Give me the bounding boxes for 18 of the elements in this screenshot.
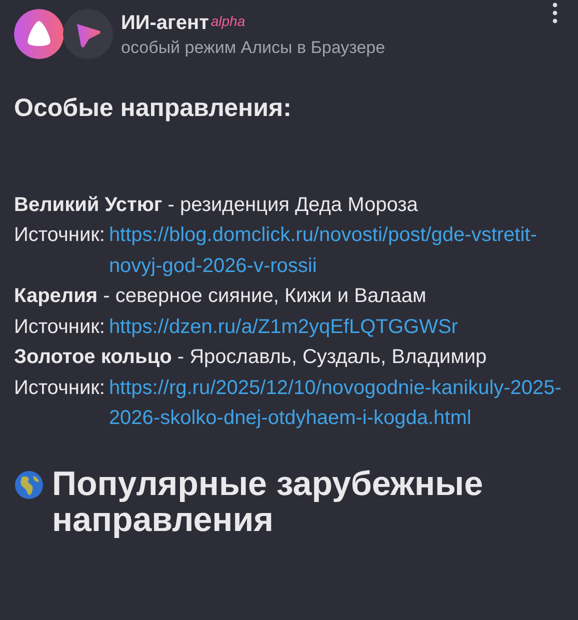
- destination-text: Карелия - северное сияние, Кижи и Валаам: [14, 284, 428, 309]
- more-menu-icon[interactable]: [552, 2, 558, 24]
- assistant-avatar-icon: [14, 9, 64, 59]
- agent-subtitle: особый режим Алисы в Браузере: [121, 37, 386, 59]
- cursor-avatar-icon: [63, 9, 113, 59]
- alpha-label: alpha: [210, 13, 246, 29]
- source-label: Источник:: [14, 376, 105, 400]
- destination-text: Великий Устюг - резиденция Деда Мороза: [14, 192, 419, 218]
- section-heading: Особые направления:: [14, 93, 292, 124]
- heading-text: Популярные зарубежные направления: [52, 466, 484, 538]
- globe-icon: [14, 470, 44, 500]
- source-label: Источник:: [14, 223, 105, 248]
- destination-text: Золотое кольцо - Ярославль, Суздаль, Владимир: [14, 345, 488, 370]
- source-label: Источник:: [14, 314, 105, 340]
- source-link[interactable]: https://rg.ru/2025/12/10/novogodnie-kanikuly-2025-2026-skolko-dnej-otdyhaem-i-kogda.html: [108, 372, 564, 434]
- source-link[interactable]: https://blog.domclick.ru/novosti/post/gde-vstretit-novyj-god-2026-v-rossii: [108, 220, 564, 281]
- source-link[interactable]: https://dzen.ru/a/Z1m2yqEfLQTGGWSr: [108, 312, 564, 342]
- agent-title: ИИ-агент: [121, 12, 209, 34]
